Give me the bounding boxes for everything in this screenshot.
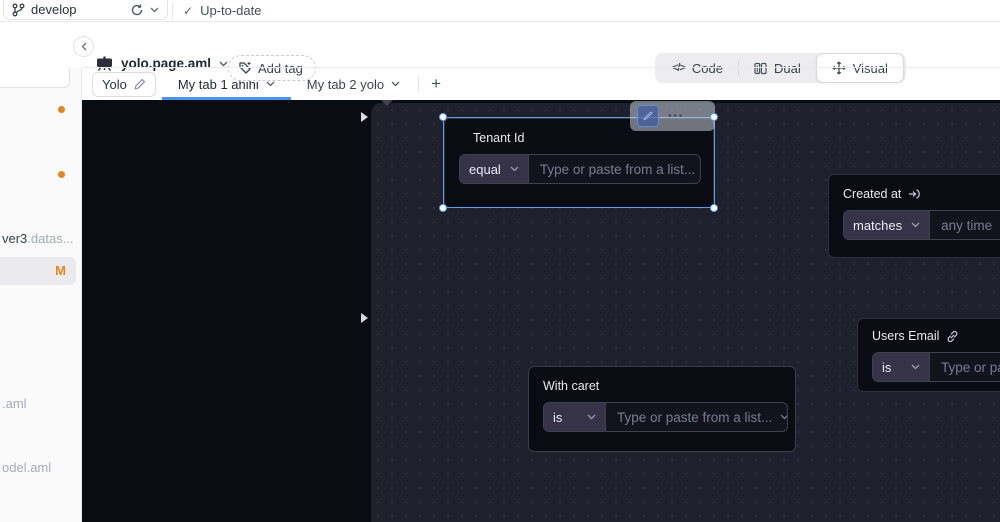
- operator-dropdown[interactable]: equal: [460, 155, 529, 183]
- operator-label: is: [553, 409, 563, 425]
- filter-card-title-label: Created at: [843, 187, 902, 201]
- card-hover-toolbar: ···: [630, 101, 715, 131]
- edit-pen-icon: [643, 111, 653, 121]
- git-branch-icon: [12, 3, 25, 16]
- page-name-chip[interactable]: Yolo: [92, 71, 156, 97]
- operator-dropdown[interactable]: is: [544, 403, 606, 431]
- header-border: [82, 67, 1000, 68]
- selection-handle[interactable]: [439, 204, 447, 212]
- operator-dropdown[interactable]: matches: [844, 211, 931, 239]
- panel-collapse-arrow-icon[interactable]: [381, 100, 393, 106]
- dual-mode-button[interactable]: Dual: [739, 53, 816, 83]
- chevron-down-icon[interactable]: [780, 414, 787, 420]
- tab-divider: [418, 76, 420, 92]
- add-tab-button[interactable]: +: [421, 74, 451, 94]
- jump-to-icon: [909, 189, 921, 199]
- topbar-divider: [172, 2, 173, 19]
- value-placeholder: Type or paste from a list...: [617, 409, 773, 425]
- filter-control: is Type or paste from a list...: [872, 352, 1000, 382]
- file-label-gray: .datas...: [27, 231, 74, 246]
- filter-control: matches any time: [843, 210, 1000, 240]
- link-icon: [947, 330, 958, 342]
- move-arrows-icon: [832, 61, 846, 75]
- chevron-down-icon: [911, 222, 920, 228]
- filter-card-title: Users Email: [872, 329, 1000, 343]
- sidebar-item-selected[interactable]: M: [0, 257, 76, 285]
- collapse-sidebar-button[interactable]: [73, 36, 94, 57]
- sync-icon[interactable]: [130, 3, 144, 17]
- page-chip-label: Yolo: [102, 76, 127, 92]
- modified-badge: M: [55, 263, 66, 278]
- filter-card-with-caret[interactable]: With caret is Type or paste from a list.…: [528, 366, 796, 452]
- chevron-down-icon: [587, 414, 596, 420]
- value-placeholder: any time: [941, 217, 993, 233]
- sync-status-label: Up-to-date: [200, 3, 262, 18]
- value-placeholder: Type or paste from a list...: [539, 161, 696, 177]
- filter-tool-button[interactable]: [637, 105, 659, 127]
- value-placeholder: Type or paste from a list...: [941, 359, 1000, 375]
- file-label-dark: ver3: [2, 231, 28, 246]
- value-input[interactable]: Type or paste from a list...: [930, 353, 1000, 381]
- filter-card-created-at[interactable]: Created at matches any time: [828, 174, 1000, 258]
- filter-card-title: Created at: [843, 187, 1000, 201]
- sync-status: ✓ Up-to-date: [183, 0, 261, 21]
- file-selector[interactable]: yolo.page.aml: [96, 56, 228, 71]
- chevron-down-icon: [510, 166, 519, 172]
- filter-card-title: Tenant Id: [473, 131, 525, 145]
- branch-selector[interactable]: develop: [3, 0, 168, 20]
- selection-handle[interactable]: [710, 204, 718, 212]
- view-mode-switch: </> Code Dual Visual: [655, 53, 906, 83]
- pencil-icon[interactable]: [134, 78, 146, 90]
- sidebar-item-model-aml[interactable]: odel.aml: [2, 460, 51, 475]
- chevron-down-icon[interactable]: [150, 7, 159, 13]
- file-name: yolo.page.aml: [121, 56, 212, 71]
- app-window: develop ✓ Up-to-date yolo.page.aml Add t…: [0, 0, 1000, 522]
- add-tag-button[interactable]: Add tag: [228, 55, 316, 81]
- code-mode-label: Code: [691, 60, 723, 76]
- modified-dot-icon: [58, 106, 65, 113]
- chevron-down-icon[interactable]: [266, 81, 275, 87]
- add-tag-label: Add tag: [258, 60, 303, 76]
- more-options-button[interactable]: ···: [668, 109, 684, 122]
- modified-dot-icon: [58, 171, 65, 178]
- selection-handle[interactable]: [710, 113, 718, 121]
- file-sidebar: + Add ver3.datas... M .aml odel.aml: [0, 22, 82, 522]
- split-view-icon: [754, 62, 767, 74]
- branch-name: develop: [31, 2, 77, 17]
- selection-handle[interactable]: [439, 113, 447, 121]
- check-icon: ✓: [183, 3, 194, 18]
- sidebar-item-aml[interactable]: .aml: [2, 396, 27, 411]
- value-input[interactable]: Type or paste from a list...: [606, 403, 787, 431]
- value-input[interactable]: Type or paste from a list...: [529, 155, 700, 183]
- code-icon: </>: [672, 62, 686, 74]
- visual-mode-button[interactable]: Visual: [815, 53, 904, 83]
- operator-dropdown[interactable]: is: [873, 353, 930, 381]
- header-row: yolo.page.aml Add tag </> Code Dual Visu…: [0, 22, 1000, 83]
- filter-control: equal Type or paste from a list...: [459, 154, 701, 184]
- filter-card-tenant-id[interactable]: Tenant Id equal Type or paste from a lis…: [444, 118, 714, 208]
- panel-expand-arrow-icon[interactable]: [361, 313, 368, 323]
- chevron-left-icon: [81, 42, 86, 51]
- sidebar-item-dataset[interactable]: ver3.datas...: [2, 231, 74, 246]
- code-mode-button[interactable]: </> Code: [657, 53, 738, 83]
- filter-control: is Type or paste from a list...: [543, 402, 788, 432]
- visual-mode-label: Visual: [852, 60, 888, 76]
- tag-plus-icon: [239, 62, 251, 74]
- operator-label: equal: [469, 161, 501, 177]
- panel-expand-arrow-icon[interactable]: [361, 112, 368, 122]
- value-input[interactable]: any time: [930, 211, 1000, 239]
- dual-mode-label: Dual: [773, 60, 801, 76]
- chevron-down-icon[interactable]: [219, 61, 228, 67]
- filter-card-title: With caret: [543, 379, 600, 393]
- tab2-label: My tab 2 yolo: [306, 76, 385, 92]
- filter-card-title-label: Users Email: [872, 329, 940, 343]
- page-board-icon: [97, 56, 112, 71]
- chevron-down-icon[interactable]: [391, 81, 400, 87]
- filter-card-users-email[interactable]: Users Email is Type or paste from a list…: [857, 318, 1000, 392]
- chevron-down-icon: [911, 364, 920, 370]
- operator-label: is: [882, 359, 892, 375]
- topbar: develop ✓ Up-to-date: [0, 0, 1000, 22]
- operator-label: matches: [853, 217, 903, 233]
